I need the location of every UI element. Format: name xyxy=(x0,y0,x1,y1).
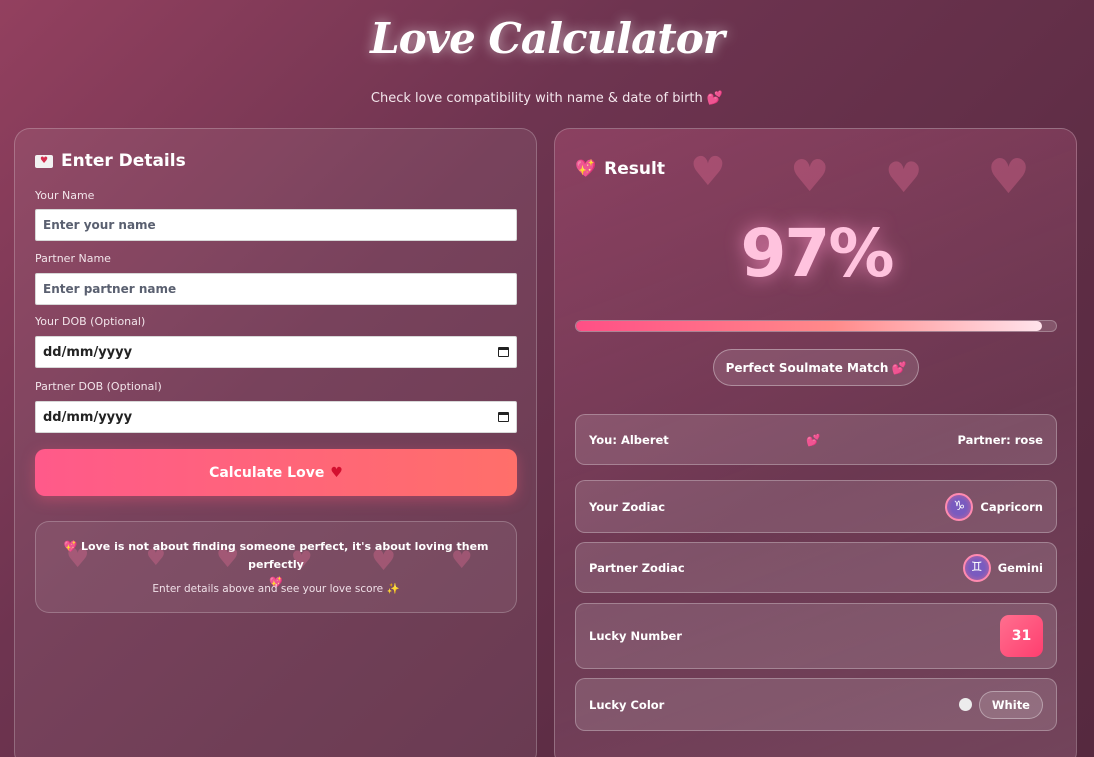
decorative-heart-icon: ♥ xyxy=(690,149,726,195)
sparkling-heart-icon: 💖 xyxy=(575,159,597,179)
your-name-result: You: Alberet xyxy=(589,432,669,447)
calculate-love-button[interactable]: Calculate Love ♥ xyxy=(35,449,517,496)
decorative-heart-icon: ♥ xyxy=(885,153,923,202)
calendar-icon[interactable] xyxy=(498,347,509,357)
love-progress-fill xyxy=(576,321,1042,331)
lucky-color-swatch xyxy=(958,698,972,711)
page-subtitle: Check love compatibility with name & dat… xyxy=(0,91,1094,106)
red-heart-icon: ♥ xyxy=(330,464,343,481)
love-letter-icon xyxy=(35,154,53,168)
partner-zodiac-value: Gemini xyxy=(997,560,1043,575)
match-label: Perfect Soulmate Match xyxy=(725,360,889,375)
page-title: Love Calculator xyxy=(370,14,725,63)
result-panel: ♥ ♥ ♥ ♥ 💖 Result 97% Perfect Soulmate Ma… xyxy=(554,128,1077,757)
your-dob-value: dd/mm/yyyy xyxy=(43,344,133,360)
your-zodiac-card: Your Zodiac ♑ Capricorn xyxy=(575,480,1057,533)
quote-body: Love is not about finding someone perfec… xyxy=(81,540,489,571)
calculate-label: Calculate Love xyxy=(209,464,325,481)
your-zodiac-value: Capricorn xyxy=(980,499,1043,514)
lucky-color-card: Lucky Color White xyxy=(575,678,1057,731)
partner-zodiac-card: Partner Zodiac ♊ Gemini xyxy=(575,542,1057,593)
subtitle-text: Check love compatibility with name & dat… xyxy=(370,91,703,106)
partner-name-result: Partner: rose xyxy=(957,432,1043,447)
result-panel-title: 💖 Result xyxy=(575,159,665,179)
two-hearts-icon: 💕 xyxy=(805,432,821,447)
love-progress-bar xyxy=(575,320,1057,332)
partner-name-input[interactable]: Enter partner name xyxy=(35,273,517,305)
quote-hint-text: Enter details above and see your love sc… xyxy=(152,583,384,595)
details-panel: Enter Details Your Name Enter your name … xyxy=(14,128,537,757)
details-title-text: Enter Details xyxy=(61,151,186,171)
partner-name-label: Partner Name xyxy=(35,252,111,265)
lucky-number-value: 31 xyxy=(1000,615,1043,657)
decorative-heart-icon: ♥ xyxy=(790,151,830,202)
your-name-input[interactable]: Enter your name xyxy=(35,209,517,241)
decorative-heart-icon: ♥ xyxy=(987,149,1031,205)
love-percentage: 97% xyxy=(740,215,895,292)
your-dob-label: Your DOB (Optional) xyxy=(35,315,146,328)
lucky-number-label: Lucky Number xyxy=(589,629,682,643)
partner-name-placeholder: Enter partner name xyxy=(43,282,177,296)
partner-dob-label: Partner DOB (Optional) xyxy=(35,380,162,393)
partner-zodiac-label: Partner Zodiac xyxy=(589,560,685,575)
partner-dob-input[interactable]: dd/mm/yyyy xyxy=(35,401,517,433)
result-title-text: Result xyxy=(604,159,665,179)
two-hearts-icon: 💕 xyxy=(891,360,907,375)
quote-hint: Enter details above and see your love sc… xyxy=(36,582,516,595)
lucky-color-label: Lucky Color xyxy=(589,697,665,712)
details-panel-title: Enter Details xyxy=(35,151,186,171)
quote-box: ♥ ♥ ♥ ♥ ♥ ♥ 💖 Love is not about finding … xyxy=(35,521,517,613)
two-hearts-icon: 💕 xyxy=(706,91,724,106)
sparkling-heart-icon: 💖 xyxy=(63,540,78,553)
capricorn-icon: ♑ xyxy=(945,492,974,521)
gemini-icon: ♊ xyxy=(962,553,991,582)
lucky-number-card: Lucky Number 31 xyxy=(575,603,1057,669)
lucky-color-value: White xyxy=(991,697,1030,712)
match-badge: Perfect Soulmate Match 💕 xyxy=(713,349,919,386)
partner-dob-value: dd/mm/yyyy xyxy=(43,409,133,425)
sparkles-icon: ✨ xyxy=(386,583,400,595)
your-name-placeholder: Enter your name xyxy=(43,218,156,232)
lucky-color-pill: White xyxy=(978,690,1043,719)
your-zodiac-label: Your Zodiac xyxy=(589,499,666,514)
couple-card: You: Alberet 💕 Partner: rose xyxy=(575,414,1057,465)
your-dob-input[interactable]: dd/mm/yyyy xyxy=(35,336,517,368)
calendar-icon[interactable] xyxy=(498,412,509,422)
your-name-label: Your Name xyxy=(35,189,95,202)
